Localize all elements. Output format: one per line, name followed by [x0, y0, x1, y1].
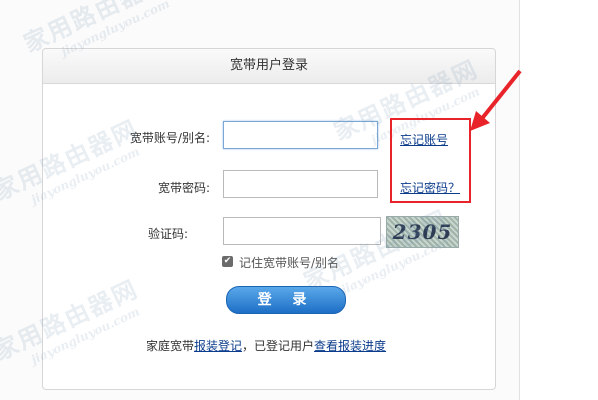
footer-middle: ，已登记用户 — [242, 339, 315, 353]
register-link[interactable]: 报装登记 — [194, 339, 242, 353]
captcha-label: 验证码: — [147, 227, 188, 241]
footer-text: 家庭宽带报装登记，已登记用户查看报装进度 — [146, 337, 386, 354]
annotation-arrow-icon — [470, 69, 522, 131]
progress-link[interactable]: 查看报装进度 — [314, 339, 386, 353]
account-input[interactable] — [223, 121, 378, 149]
password-label: 宽带密码: — [157, 181, 210, 195]
panel-title: 宽带用户登录 — [43, 49, 495, 84]
footer-prefix: 家庭宽带 — [146, 339, 195, 353]
password-input[interactable] — [223, 170, 378, 198]
captcha-input[interactable] — [223, 217, 381, 245]
captcha-image[interactable]: 2305 — [386, 216, 459, 248]
remember-label: 记住宽带账号/别名 — [239, 256, 340, 270]
account-label: 宽带账号/别名: — [129, 131, 210, 145]
remember-checkbox[interactable]: ✔ — [222, 256, 233, 267]
login-button[interactable]: 登 录 — [226, 286, 346, 314]
